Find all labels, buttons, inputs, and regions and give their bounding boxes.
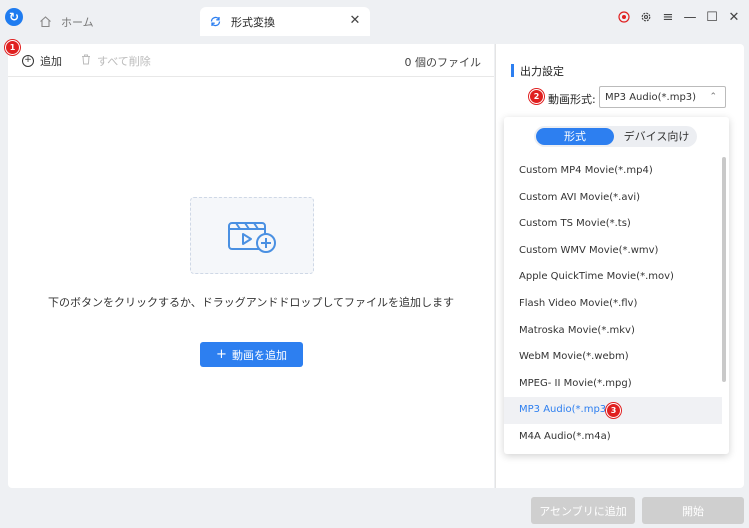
step-badge-1: 1 xyxy=(5,40,20,55)
add-button[interactable]: + 追加 xyxy=(22,53,62,69)
file-list-pane: + 追加 すべて削除 0 個のファイル 下のボタンをクリックするか、ドラッグアン… xyxy=(8,44,494,488)
drop-hint: 下のボタンをクリックするか、ドラッグアンドドロップしてファイルを追加します xyxy=(47,296,454,309)
close-window-icon[interactable]: ✕ xyxy=(725,8,743,26)
format-option[interactable]: Apple QuickTime Movie(*.mov) xyxy=(504,264,722,291)
format-option[interactable]: WebM Movie(*.webm) xyxy=(504,344,722,371)
add-video-label: 動画を追加 xyxy=(231,348,287,362)
dropdown-scrollbar[interactable] xyxy=(722,157,726,382)
refresh-icon xyxy=(208,15,222,29)
minimize-icon[interactable]: — xyxy=(681,8,699,26)
menu-icon[interactable]: ≡ xyxy=(659,8,677,26)
step-badge-2: 2 xyxy=(529,89,544,104)
format-option[interactable]: Custom WMV Movie(*.wmv) xyxy=(504,238,722,265)
home-icon xyxy=(38,15,52,29)
tab-home[interactable]: ホーム xyxy=(30,7,195,36)
chevron-up-icon: ⌃ xyxy=(709,92,717,102)
title-bar: ↻ ホーム 形式変換 ✕ ≡ — ☐ ✕ xyxy=(0,0,749,36)
format-option[interactable]: MPEG- II Movie(*.mpg) xyxy=(504,371,722,398)
format-segment-control: 形式 デバイス向け xyxy=(534,126,697,147)
gear-icon[interactable] xyxy=(637,8,655,26)
format-option[interactable]: M4A Audio(*.m4a) xyxy=(504,424,722,451)
delete-all-label: すべて削除 xyxy=(97,55,151,68)
section-title: 出力設定 xyxy=(520,65,564,78)
tab-convert-label: 形式変換 xyxy=(231,15,275,29)
segment-format[interactable]: 形式 xyxy=(536,128,614,145)
segment-device[interactable]: デバイス向け xyxy=(618,128,695,145)
delete-all-button[interactable]: すべて削除 xyxy=(81,53,151,69)
tab-convert[interactable]: 形式変換 ✕ xyxy=(200,7,370,36)
record-icon[interactable] xyxy=(615,8,633,26)
format-option[interactable]: Custom MP4 Movie(*.mp4) xyxy=(504,158,722,185)
format-select[interactable]: MP3 Audio(*.mp3) ⌃ xyxy=(599,86,726,108)
format-option[interactable]: Custom AVI Movie(*.avi) xyxy=(504,185,722,212)
start-button[interactable]: 開始 xyxy=(642,497,744,524)
add-video-icon xyxy=(228,222,276,253)
section-accent-bar xyxy=(511,64,514,77)
toolbar: + 追加 すべて削除 0 個のファイル xyxy=(8,44,494,77)
window-controls: ≡ — ☐ ✕ xyxy=(615,8,743,26)
add-label: 追加 xyxy=(40,55,62,68)
format-option[interactable]: Matroska Movie(*.mkv) xyxy=(504,318,722,345)
app-logo: ↻ xyxy=(5,8,23,26)
format-label: 動画形式: xyxy=(548,93,596,106)
format-option[interactable]: Custom TS Movie(*.ts) xyxy=(504,211,722,238)
tab-home-label: ホーム xyxy=(61,15,94,29)
trash-icon xyxy=(81,54,91,68)
maximize-icon[interactable]: ☐ xyxy=(703,8,721,26)
add-icon: + xyxy=(22,55,34,67)
add-to-assembly-button[interactable]: アセンブリに追加 xyxy=(531,497,635,524)
tab-close-icon[interactable]: ✕ xyxy=(348,13,362,28)
add-video-button[interactable]: + 動画を追加 xyxy=(200,342,303,367)
drop-zone[interactable] xyxy=(190,197,314,274)
format-option[interactable]: Flash Video Movie(*.flv) xyxy=(504,291,722,318)
step-badge-3: 3 xyxy=(606,403,621,418)
plus-icon: + xyxy=(216,347,227,362)
format-select-value: MP3 Audio(*.mp3) xyxy=(605,91,697,103)
file-count: 0 個のファイル xyxy=(404,56,482,69)
